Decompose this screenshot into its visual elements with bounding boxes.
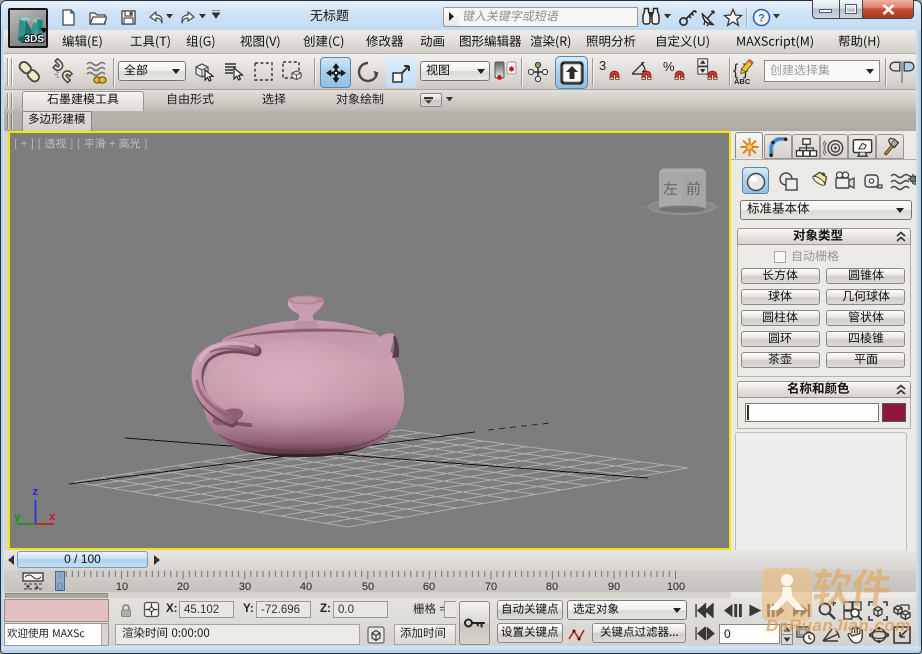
svg-text:90: 90	[608, 581, 620, 592]
svg-text:y: y	[14, 512, 21, 524]
svg-text:70: 70	[485, 581, 497, 592]
svg-text:80: 80	[546, 581, 558, 592]
svg-text:ABC: ABC	[734, 77, 751, 86]
svg-text:40: 40	[300, 581, 312, 592]
svg-text:x: x	[49, 512, 56, 524]
svg-text:?: ?	[758, 13, 765, 25]
svg-text:%: %	[663, 59, 675, 74]
svg-text:30: 30	[239, 581, 251, 592]
svg-text:60: 60	[423, 581, 435, 592]
svg-text:50: 50	[362, 581, 374, 592]
svg-text:3: 3	[599, 58, 606, 73]
svg-text:10: 10	[116, 581, 128, 592]
svg-text:100: 100	[667, 581, 685, 592]
svg-text:20: 20	[177, 581, 189, 592]
svg-text:z: z	[32, 487, 39, 499]
